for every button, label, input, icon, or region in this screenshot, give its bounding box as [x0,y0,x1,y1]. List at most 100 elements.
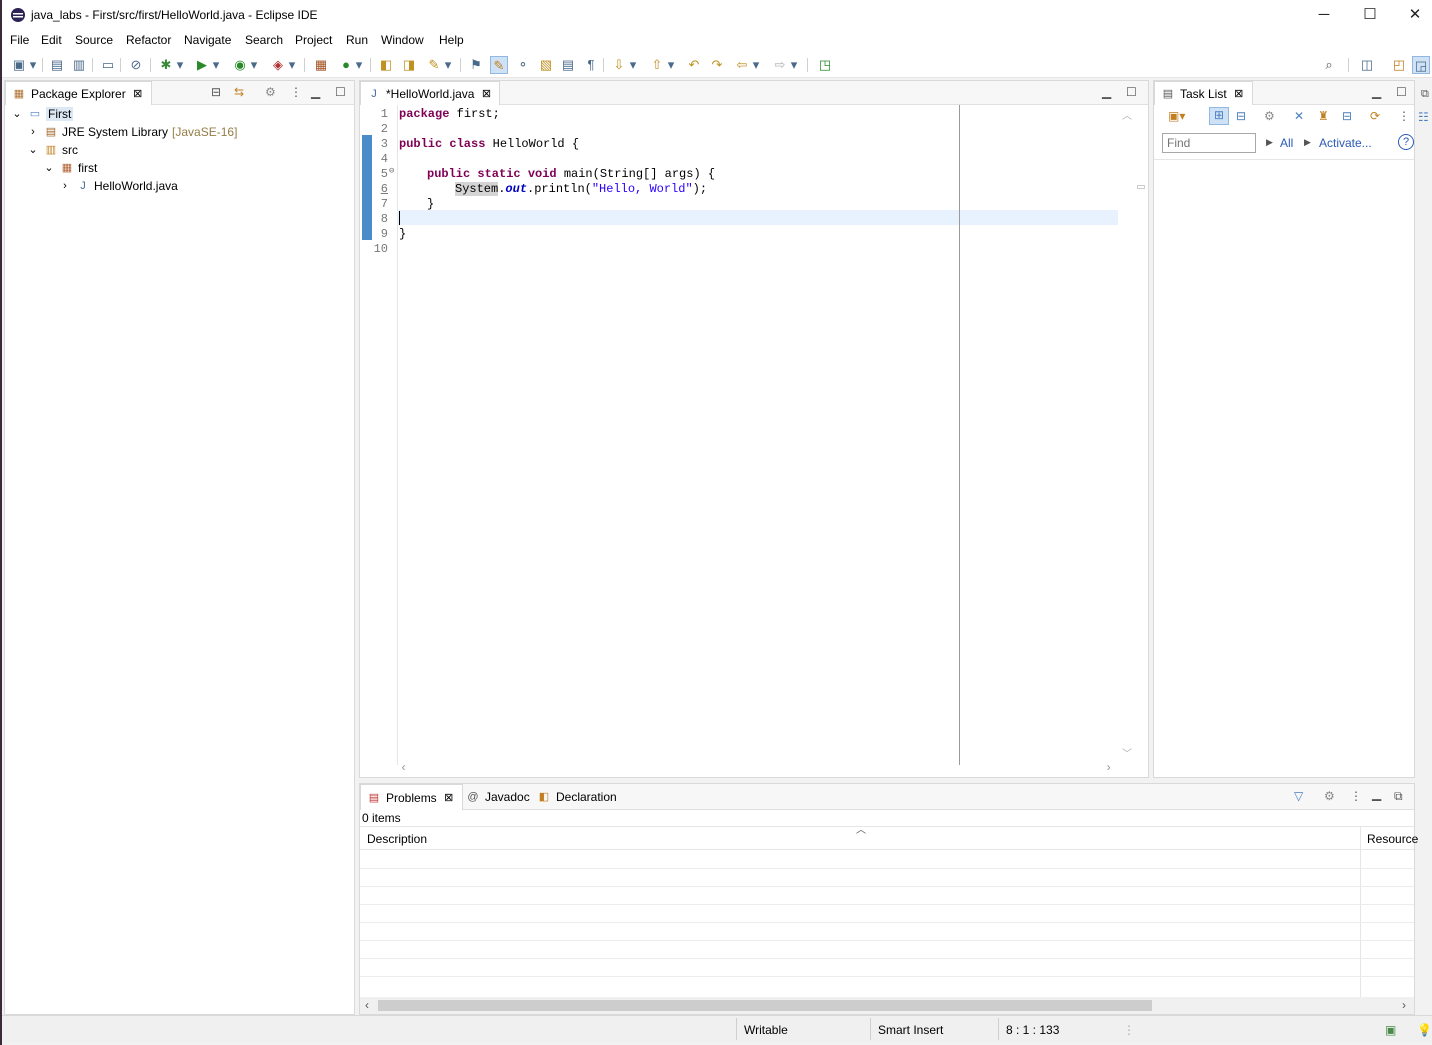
focus-workweek-icon[interactable]: ♜ [1318,109,1329,123]
view-menu-icon[interactable]: ⋮ [1350,789,1362,803]
close-tab-icon[interactable]: ⊠ [131,87,145,101]
toggle-breadcrumb-icon[interactable]: ⚑ [467,56,485,74]
minimize-button[interactable]: ─ [1309,4,1339,26]
tree-item[interactable]: ⌄ ▦ first [42,159,97,177]
horizontal-scrollbar[interactable]: ‹ › [360,997,1414,1014]
open-console-icon[interactable]: ▭ [99,56,117,74]
menu-project[interactable]: Project [295,33,332,47]
run-icon[interactable]: ▶ [193,56,211,74]
menu-help[interactable]: Help [439,33,464,47]
new-java-project-icon[interactable]: ▦ [312,56,330,74]
last-edit-location-icon[interactable]: ↶ [685,56,703,74]
back-icon[interactable]: ⇦ [733,56,751,74]
close-tab-icon[interactable]: ⊠ [442,791,456,805]
previous-annotation-dropdown-icon[interactable]: ▾ [666,56,676,74]
code-editor[interactable]: 1 2 3 4 5 ⊖ 6 7 8 9 10 package first; pu… [360,105,1148,777]
filters-icon[interactable]: ⚙ [1264,109,1275,123]
menu-source[interactable]: Source [75,33,113,47]
restore-view-icon[interactable]: ⧉ [1394,789,1403,804]
scroll-right-icon[interactable]: › [1402,998,1406,1012]
status-insert-mode[interactable]: Smart Insert [878,1023,943,1037]
status-cursor-position[interactable]: 8 : 1 : 133 [1006,1023,1059,1037]
tree-item[interactable]: › J HelloWorld.java [58,177,178,195]
tree-item[interactable]: ⌄ ▭ First [10,105,74,123]
new-java-class-icon[interactable]: ● [337,56,355,74]
scheduled-icon[interactable]: ⊟ [1236,109,1246,123]
back-dropdown-icon[interactable]: ▾ [751,56,761,74]
next-annotation-icon[interactable]: ⇩ [610,56,628,74]
tree-item[interactable]: › ▤ JRE System Library [JavaSE-16] [26,123,237,141]
minimize-view-icon[interactable]: ▁ [311,85,320,99]
tab-declaration[interactable]: ◧ Declaration [531,784,623,810]
scroll-left-icon[interactable]: ‹ [400,761,407,775]
menu-window[interactable]: Window [381,33,424,47]
close-tab-icon[interactable]: ⊠ [479,87,493,101]
view-menu-icon[interactable]: ⋮ [1398,109,1410,123]
minimize-view-icon[interactable]: ▁ [1372,787,1381,801]
activate-link[interactable]: Activate... [1319,136,1372,150]
maximize-view-icon[interactable]: ☐ [1126,85,1137,99]
collapse-all-icon[interactable]: ⊟ [1342,109,1352,123]
scroll-down-icon[interactable]: ﹀ [1122,745,1132,761]
configure-icon[interactable]: ⚙ [1324,789,1335,803]
tab-helloworld-java[interactable]: J *HelloWorld.java ⊠ [360,81,501,105]
synchronize-icon[interactable]: ⟳ [1370,109,1380,123]
all-link[interactable]: All [1280,136,1293,150]
menu-run[interactable]: Run [346,33,368,47]
new-task-icon[interactable]: ▣▾ [1168,109,1185,123]
hide-completed-icon[interactable]: ✕ [1294,109,1304,123]
scroll-left-icon[interactable]: ‹ [365,998,369,1012]
minimize-view-icon[interactable]: ▁ [1372,85,1381,99]
help-icon[interactable]: ? [1398,134,1414,150]
word-wrap-icon[interactable]: ▤ [559,56,577,74]
close-button[interactable]: ✕ [1400,4,1430,26]
back-to-edit-icon[interactable]: ↷ [708,56,726,74]
maximize-button[interactable]: ☐ [1355,4,1385,26]
save-icon[interactable]: ▤ [48,56,66,74]
save-all-icon[interactable]: ▥ [70,56,88,74]
scroll-right-icon[interactable]: › [1105,761,1112,775]
task-find-input[interactable] [1162,133,1256,153]
chevron-right-icon[interactable]: › [58,179,72,193]
outline-icon[interactable]: ☷ [1418,110,1429,124]
mark-occurrences-icon[interactable]: ✎ [490,56,508,74]
coverage-icon[interactable]: ◉ [231,56,249,74]
restore-icon[interactable]: ⧉ [1421,88,1429,101]
forward-dropdown-icon[interactable]: ▾ [789,56,799,74]
menu-refactor[interactable]: Refactor [126,33,171,47]
block-selection-icon[interactable]: ⚬ [514,56,532,74]
chevron-down-icon[interactable]: ⌄ [10,107,24,121]
external-tools-dropdown-icon[interactable]: ▾ [287,56,297,74]
tree-item[interactable]: ⌄ ▥ src [26,141,78,159]
tip-lightbulb-icon[interactable]: 💡 [1417,1023,1432,1037]
show-whitespace-icon[interactable]: ▧ [537,56,555,74]
menu-edit[interactable]: Edit [41,33,62,47]
new-class-dropdown-icon[interactable]: ▾ [354,56,364,74]
collapse-all-icon[interactable]: ⊟ [211,85,221,99]
scroll-up-icon[interactable]: ︿ [1122,107,1132,123]
pilcrow-icon[interactable]: ¶ [582,56,600,74]
search-icon[interactable]: ✎ [425,56,443,74]
debug-icon[interactable]: ✱ [157,56,175,74]
global-search-icon[interactable]: ⌕ [1320,56,1338,74]
tab-package-explorer[interactable]: ▦ Package Explorer ⊠ [5,81,152,105]
debug-dropdown-icon[interactable]: ▾ [175,56,185,74]
external-tools-icon[interactable]: ◈ [269,56,287,74]
close-tab-icon[interactable]: ⊠ [1232,87,1246,101]
fold-collapse-icon[interactable]: ⊖ [389,166,394,176]
next-annotation-dropdown-icon[interactable]: ▾ [628,56,638,74]
search-dropdown-icon[interactable]: ▾ [443,56,453,74]
link-with-editor-icon[interactable]: ⇆ [234,85,244,99]
skip-breakpoints-icon[interactable]: ⊘ [127,56,145,74]
previous-annotation-icon[interactable]: ⇧ [648,56,666,74]
chevron-right-icon[interactable]: › [26,125,40,139]
new-icon[interactable]: ▣ [10,56,28,74]
debug-perspective-icon[interactable]: ◰ [1390,56,1408,74]
chevron-down-icon[interactable]: ⌄ [26,143,40,157]
new-dropdown-icon[interactable]: ▾ [28,56,38,74]
column-resource[interactable]: Resource [1367,832,1418,846]
java-perspective-icon[interactable]: ◲ [1412,56,1430,74]
open-type-icon[interactable]: ◧ [377,56,395,74]
maximize-view-icon[interactable]: ☐ [335,85,346,99]
maximize-view-icon[interactable]: ☐ [1396,85,1407,99]
